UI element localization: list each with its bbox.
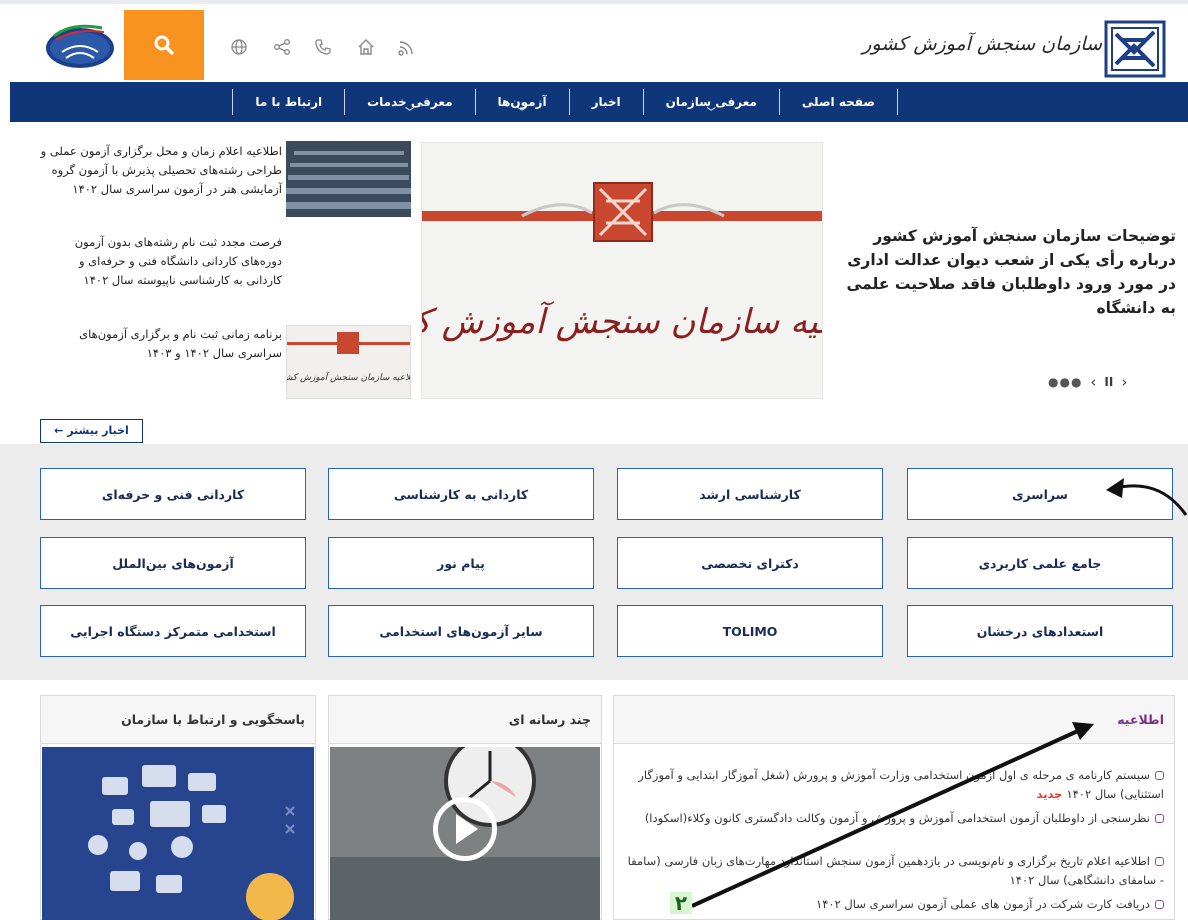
bullet-icon (1155, 814, 1164, 823)
chevron-down-icon: ﹀ (405, 108, 415, 118)
news-thumbnail-announcement[interactable]: اطلاعیه سازمان سنجش آموزش کشور (286, 325, 411, 399)
chevron-down-icon: ﹀ (517, 108, 527, 118)
government-emblem (42, 18, 118, 72)
more-news-button[interactable]: اخبار بیشتر ← (40, 419, 143, 443)
exam-button-sarasari[interactable]: سراسری (907, 468, 1173, 520)
exam-button-applied-science[interactable]: جامع علمی کاربردی (907, 537, 1173, 589)
nav-separator (897, 89, 898, 115)
home-icon[interactable] (355, 36, 377, 58)
side-news-item[interactable]: فرصت مجدد ثبت نام رشته‌های بدون آزمون دو… (40, 233, 282, 290)
nav-item-exams[interactable]: آزمون‌ها ﹀ (476, 82, 569, 122)
notice-item[interactable]: دریافت کارت شرکت در آزمون های عملی آزمون… (624, 895, 1164, 914)
slider-next-button[interactable]: › (1121, 373, 1127, 391)
nav-label: آزمون‌ها (497, 95, 547, 109)
panel-title: اطلاعیه (614, 696, 1174, 744)
slider-pause-button[interactable]: II (1104, 375, 1113, 389)
video-thumbnail[interactable] (330, 747, 600, 920)
notice-item[interactable]: نظرسنجی از داوطلبان آزمون استخدامی آموزش… (624, 809, 1164, 828)
rss-icon[interactable] (396, 36, 418, 58)
exam-button-phd[interactable]: دکترای تخصصی (617, 537, 883, 589)
slider-dots[interactable]: ●●● (1048, 375, 1082, 389)
annotation-number: ۲ (670, 892, 692, 914)
nav-label: اخبار (591, 95, 621, 109)
contact-illustration[interactable] (42, 747, 314, 920)
hero-headline[interactable]: توضیحات سازمان سنجش آموزش کشور درباره رأ… (830, 224, 1176, 320)
bullet-icon (1155, 857, 1164, 866)
play-icon[interactable] (433, 797, 497, 861)
globe-icon[interactable] (228, 36, 250, 58)
slider-controls: ●●● ‹ II › (1048, 370, 1178, 394)
nav-label: ارتباط با ما (255, 95, 323, 109)
exam-button-masters[interactable]: کارشناسی ارشد (617, 468, 883, 520)
chevron-down-icon: ﹀ (706, 108, 716, 118)
exam-button-other-employment[interactable]: سایر آزمون‌های استخدامی (328, 605, 594, 657)
bullet-icon (1155, 771, 1164, 780)
nav-item-contact[interactable]: ارتباط با ما (233, 82, 344, 122)
search-icon (154, 35, 174, 55)
exam-button-tolimo[interactable]: TOLIMO (617, 605, 883, 657)
share-icon[interactable] (271, 36, 293, 58)
phone-icon[interactable] (312, 36, 334, 58)
slider-prev-button[interactable]: ‹ (1090, 373, 1096, 391)
hero-image-caption: اطلاعیه سازمان سنجش آموزش کشور (422, 301, 823, 342)
exam-categories-section: سراسری کارشناسی ارشد کاردانی به کارشناسی… (0, 444, 1188, 680)
top-border (0, 0, 1188, 4)
nav-item-about[interactable]: معرفی سازمان ﹀ (644, 82, 779, 122)
news-thumbnail-exam-hall[interactable] (286, 141, 411, 217)
nav-label: معرفی سازمان (665, 95, 757, 109)
multimedia-panel: چند رسانه ای (328, 695, 602, 920)
notice-text: اطلاعیه اعلام تاریخ برگزاری و نام‌نویسی … (627, 854, 1164, 887)
side-news-item[interactable]: برنامه زمانی ثبت نام و برگزاری آزمون‌های… (40, 325, 282, 363)
notice-text: سیستم کارنامه ی مرحله ی اول آزمون استخدا… (638, 768, 1164, 801)
notice-text: نظرسنجی از داوطلبان آزمون استخدامی آموزش… (644, 811, 1150, 825)
side-news-item[interactable]: اطلاعیه اعلام زمان و محل برگزاری آزمون ع… (40, 142, 282, 199)
nav-item-services[interactable]: معرفی خدمات ﹀ (345, 82, 474, 122)
new-badge: جدید (1036, 787, 1063, 801)
exam-button-talented[interactable]: استعدادهای درخشان (907, 605, 1173, 657)
panel-title: پاسخگویی و ارتباط با سازمان (41, 696, 315, 744)
exam-button-international[interactable]: آزمون‌های بین‌الملل (40, 537, 306, 589)
nav-item-home[interactable]: صفحه اصلی (780, 82, 897, 122)
org-name: سازمان سنجش آموزش کشور (862, 33, 1102, 55)
exam-button-payame-noor[interactable]: پیام نور (328, 537, 594, 589)
notice-item[interactable]: سیستم کارنامه ی مرحله ی اول آزمون استخدا… (624, 766, 1164, 804)
contact-panel: پاسخگویی و ارتباط با سازمان (40, 695, 316, 920)
nav-label: صفحه اصلی (801, 95, 875, 109)
notice-item[interactable]: اطلاعیه اعلام تاریخ برگزاری و نام‌نویسی … (624, 852, 1164, 890)
nav-label: معرفی خدمات (367, 95, 453, 109)
main-nav: صفحه اصلی معرفی سازمان ﹀ اخبار آزمون‌ها ﹀ … (10, 82, 1188, 122)
bullet-icon (1155, 900, 1164, 909)
thumbnail-caption: اطلاعیه سازمان سنجش آموزش کشور (287, 371, 410, 383)
org-logo[interactable] (1104, 20, 1166, 78)
exam-button-associate-to-bachelor[interactable]: کاردانی به کارشناسی (328, 468, 594, 520)
exam-button-central-employment[interactable]: استخدامی متمرکز دستگاه اجرایی (40, 605, 306, 657)
notice-text: دریافت کارت شرکت در آزمون های عملی آزمون… (816, 897, 1150, 911)
exam-button-technical-associate[interactable]: کاردانی فنی و حرفه‌ای (40, 468, 306, 520)
nav-item-news[interactable]: اخبار (570, 82, 643, 122)
notice-panel: اطلاعیه سیستم کارنامه ی مرحله ی اول آزمو… (613, 695, 1175, 920)
panel-title: چند رسانه ای (329, 696, 601, 744)
search-button[interactable] (124, 10, 204, 80)
hero-image[interactable]: اطلاعیه سازمان سنجش آموزش کشور (421, 142, 823, 399)
